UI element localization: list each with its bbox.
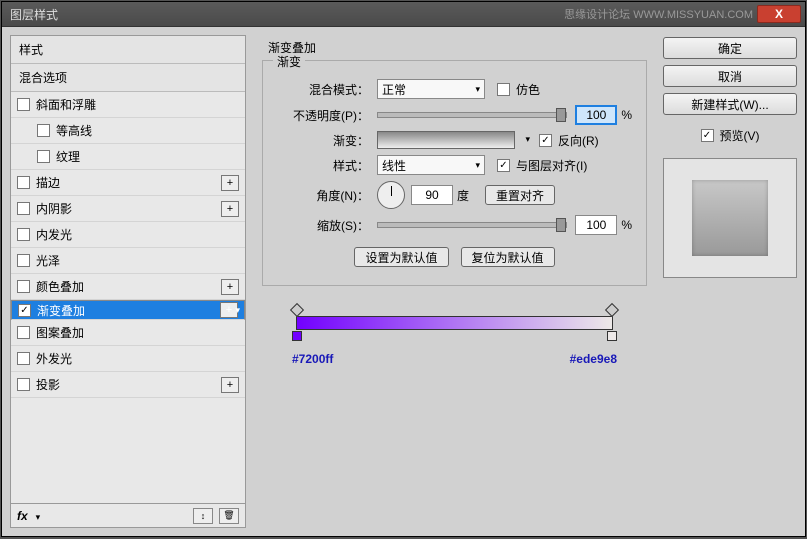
- checkbox[interactable]: [17, 228, 30, 241]
- watermark: 思缘设计论坛 WWW.MISSYUAN.COM: [564, 6, 753, 22]
- scale-input[interactable]: 100: [575, 215, 617, 235]
- checkbox[interactable]: [18, 304, 31, 317]
- fx-menu-chevron-icon[interactable]: [34, 509, 41, 523]
- checkbox[interactable]: [17, 326, 30, 339]
- ok-button[interactable]: 确定: [663, 37, 797, 59]
- add-icon[interactable]: [221, 201, 239, 217]
- blending-options-header[interactable]: 混合选项: [11, 64, 245, 92]
- preview-label: 预览(V): [720, 127, 760, 144]
- percent-label: %: [621, 218, 632, 232]
- preview-swatch: [692, 180, 768, 256]
- style-item-contour[interactable]: 等高线: [11, 118, 245, 144]
- color-stop-left[interactable]: [292, 331, 302, 341]
- opacity-stop-right[interactable]: [605, 303, 619, 317]
- angle-unit: 度: [457, 187, 469, 204]
- add-icon[interactable]: [221, 377, 239, 393]
- gradient-picker[interactable]: [377, 131, 515, 149]
- styles-header[interactable]: 样式: [11, 36, 245, 64]
- styles-footer: fx ↕ 🗑: [10, 504, 246, 528]
- checkbox[interactable]: [37, 124, 50, 137]
- window-title: 图层样式: [6, 6, 564, 23]
- color-stop-right[interactable]: [607, 331, 617, 341]
- reset-default-button[interactable]: 复位为默认值: [461, 247, 555, 267]
- opacity-slider[interactable]: [377, 112, 567, 118]
- percent-label: %: [621, 108, 632, 122]
- checkbox[interactable]: [17, 254, 30, 267]
- gradient-overlay-settings: 渐变叠加 渐变 混合模式： 正常 仿色 不透明度(P)： 100 %: [254, 35, 655, 528]
- gradient-bar[interactable]: [296, 316, 613, 330]
- dither-checkbox[interactable]: [497, 83, 510, 96]
- add-icon[interactable]: [221, 279, 239, 295]
- preview-checkbox[interactable]: [701, 129, 714, 142]
- gradient-label: 渐变：: [277, 132, 377, 149]
- preview-box: [663, 158, 797, 278]
- checkbox[interactable]: [37, 150, 50, 163]
- opacity-label: 不透明度(P)：: [277, 107, 377, 124]
- style-item-outer-glow[interactable]: 外发光: [11, 346, 245, 372]
- angle-input[interactable]: 90: [411, 185, 453, 205]
- style-item-texture[interactable]: 纹理: [11, 144, 245, 170]
- hex-left: #7200ff: [292, 352, 333, 366]
- blend-mode-label: 混合模式：: [277, 81, 377, 98]
- reverse-label: 反向(R): [558, 132, 599, 149]
- scale-slider[interactable]: [377, 222, 567, 228]
- style-item-pattern-overlay[interactable]: 图案叠加: [11, 320, 245, 346]
- hex-right: #ede9e8: [570, 352, 617, 366]
- reverse-checkbox[interactable]: [539, 134, 552, 147]
- style-item-color-overlay[interactable]: 颜色叠加: [11, 274, 245, 300]
- checkbox[interactable]: [17, 352, 30, 365]
- checkbox[interactable]: [17, 98, 30, 111]
- close-button[interactable]: X: [757, 5, 801, 23]
- style-item-bevel[interactable]: 斜面和浮雕: [11, 92, 245, 118]
- opacity-input[interactable]: 100: [575, 105, 617, 125]
- titlebar: 图层样式 思缘设计论坛 WWW.MISSYUAN.COM X: [2, 2, 805, 27]
- trash-icon[interactable]: 🗑: [219, 508, 239, 524]
- checkbox[interactable]: [17, 280, 30, 293]
- style-item-inner-shadow[interactable]: 内阴影: [11, 196, 245, 222]
- style-item-inner-glow[interactable]: 内发光: [11, 222, 245, 248]
- style-select[interactable]: 线性: [377, 155, 485, 175]
- checkbox[interactable]: [17, 202, 30, 215]
- action-panel: 确定 取消 新建样式(W)... 预览(V): [663, 35, 797, 528]
- angle-dial[interactable]: [377, 181, 405, 209]
- new-style-button[interactable]: 新建样式(W)...: [663, 93, 797, 115]
- cancel-button[interactable]: 取消: [663, 65, 797, 87]
- section-title: 渐变叠加: [262, 39, 647, 56]
- style-item-stroke[interactable]: 描边: [11, 170, 245, 196]
- reset-align-button[interactable]: 重置对齐: [485, 185, 555, 205]
- blend-mode-select[interactable]: 正常: [377, 79, 485, 99]
- style-item-gradient-overlay[interactable]: 渐变叠加: [11, 300, 245, 320]
- add-icon[interactable]: [221, 175, 239, 191]
- style-label: 样式：: [277, 157, 377, 174]
- move-up-icon[interactable]: ↕: [193, 508, 213, 524]
- style-item-drop-shadow[interactable]: 投影: [11, 372, 245, 398]
- styles-panel: 样式 混合选项 斜面和浮雕 等高线 纹理 描边 内阴影 内发光 光泽 颜色叠加 …: [10, 35, 246, 528]
- align-label: 与图层对齐(I): [516, 157, 587, 174]
- gradient-editor[interactable]: [296, 316, 613, 330]
- fx-icon[interactable]: fx: [17, 509, 28, 523]
- opacity-stop-left[interactable]: [290, 303, 304, 317]
- scale-label: 缩放(S)：: [277, 217, 377, 234]
- checkbox[interactable]: [17, 176, 30, 189]
- style-item-satin[interactable]: 光泽: [11, 248, 245, 274]
- add-icon[interactable]: [220, 302, 238, 318]
- set-default-button[interactable]: 设置为默认值: [354, 247, 448, 267]
- align-checkbox[interactable]: [497, 159, 510, 172]
- checkbox[interactable]: [17, 378, 30, 391]
- dither-label: 仿色: [516, 81, 540, 98]
- angle-label: 角度(N)：: [277, 187, 377, 204]
- group-legend: 渐变: [273, 53, 305, 70]
